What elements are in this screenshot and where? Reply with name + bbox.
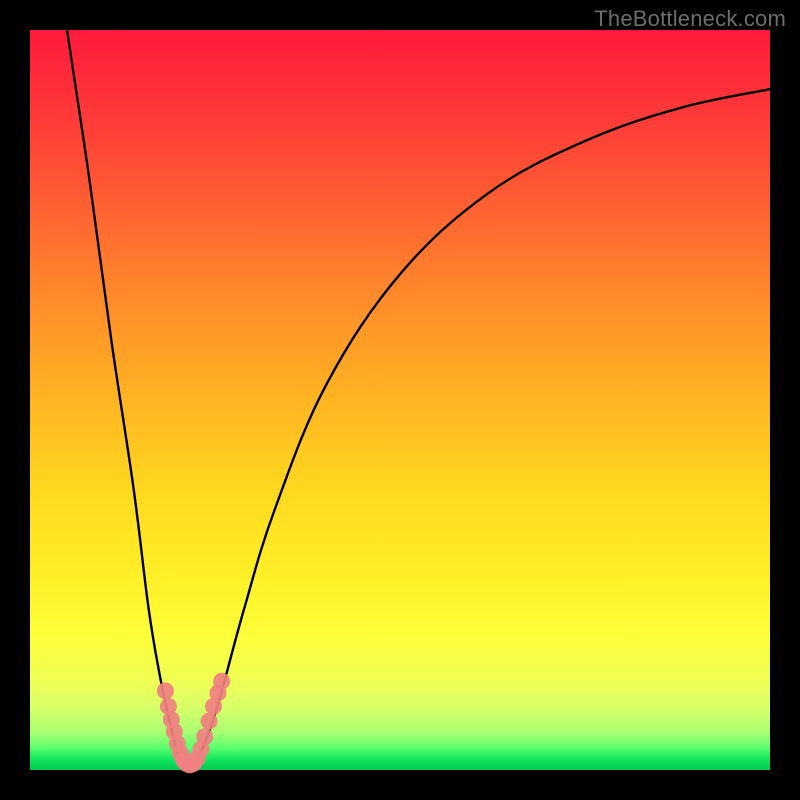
curve-layer [67,30,770,766]
curve-right-branch [194,89,770,764]
chart-frame: TheBottleneck.com [0,0,800,800]
data-point [213,673,230,690]
data-point [196,728,213,745]
marker-layer [157,673,230,774]
plot-area [30,30,770,770]
watermark-text: TheBottleneck.com [594,6,786,32]
chart-svg [30,30,770,770]
data-point [157,682,174,699]
curve-left-branch [67,30,184,764]
data-point [201,713,218,730]
